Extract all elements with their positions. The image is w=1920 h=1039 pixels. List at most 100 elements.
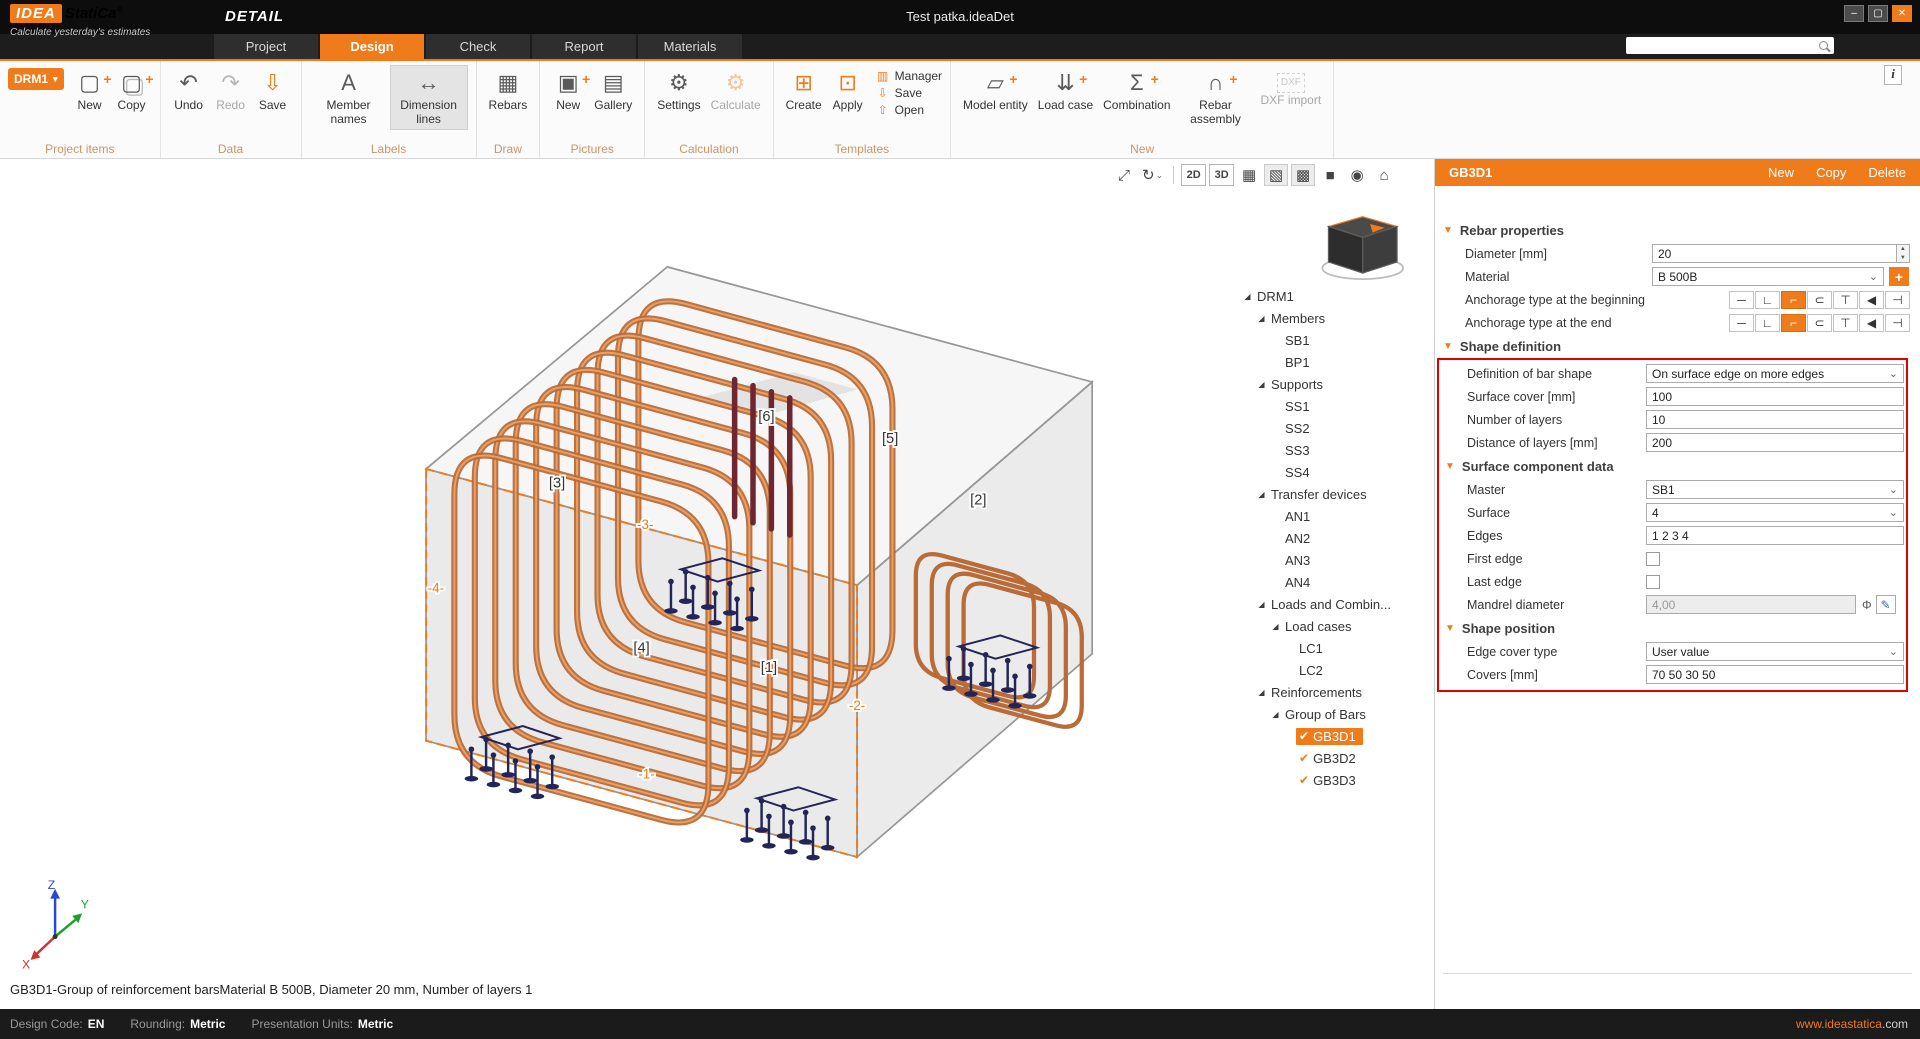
zoom-fit-icon[interactable]: ⤢ — [1112, 164, 1136, 186]
settings-button[interactable]: ⚙Settings — [653, 65, 704, 116]
panel-copy-button[interactable]: Copy — [1816, 165, 1846, 180]
number-of-layers-input[interactable] — [1646, 410, 1904, 429]
save-button[interactable]: ⇩Save — [253, 65, 293, 116]
add-material-button[interactable]: + — [1889, 267, 1909, 286]
last-edge-checkbox[interactable] — [1646, 575, 1660, 589]
tree-item-an2[interactable]: AN2 — [1237, 527, 1434, 549]
tab-design[interactable]: Design — [320, 34, 424, 59]
anchorage-icon-4[interactable]: ⊤ — [1833, 291, 1858, 309]
edges-input[interactable] — [1646, 526, 1904, 545]
tree-item-bp1[interactable]: BP1 — [1237, 351, 1434, 373]
expander-icon[interactable]: ◢ — [1269, 622, 1282, 631]
spinner-down-icon[interactable]: ▼ — [1897, 254, 1909, 263]
tree-item-an4[interactable]: AN4 — [1237, 571, 1434, 593]
gallery-button[interactable]: ▤Gallery — [590, 65, 636, 116]
section-header-shape-position[interactable]: ▼Shape position — [1445, 616, 1904, 640]
anchorage-icon-2[interactable]: ⌐ — [1781, 314, 1806, 332]
section-header-rebar-properties[interactable]: ▼Rebar properties — [1443, 218, 1910, 242]
anchorage-icon-1[interactable]: ∟ — [1755, 291, 1780, 309]
expander-icon[interactable]: ◢ — [1255, 688, 1268, 697]
tab-materials[interactable]: Materials — [638, 34, 742, 59]
section-view-icon[interactable]: ▧ — [1264, 164, 1288, 186]
manager-small-button[interactable]: ▥Manager — [876, 69, 942, 83]
tree-item-reinforcements[interactable]: ◢Reinforcements — [1237, 681, 1434, 703]
diameter-input[interactable] — [1652, 244, 1897, 263]
material-select[interactable]: B 500B⌄ — [1652, 267, 1884, 286]
anchorage-icon-0[interactable]: ─ — [1729, 314, 1754, 332]
3d-scene[interactable]: [1][2][3][4][5][6]-1--2--3--4- Z Y X — [0, 159, 1435, 1009]
tree-item-ss2[interactable]: SS2 — [1237, 417, 1434, 439]
master-select[interactable]: SB1⌄ — [1646, 480, 1904, 499]
new-button[interactable]: ▢+New — [70, 65, 110, 116]
tree-item-drm1[interactable]: ◢DRM1 — [1237, 285, 1434, 307]
solid-view-icon[interactable]: ■ — [1318, 164, 1342, 186]
info-button[interactable]: i — [1884, 65, 1902, 85]
open-small-button[interactable]: ⇧Open — [876, 103, 942, 117]
tree-item-ss3[interactable]: SS3 — [1237, 439, 1434, 461]
search-box[interactable] — [1626, 37, 1834, 54]
apply-button[interactable]: ⊡Apply — [828, 65, 868, 116]
navigation-cube[interactable] — [1322, 217, 1403, 279]
tab-check[interactable]: Check — [426, 34, 530, 59]
tree-item-gb3d1[interactable]: ✔GB3D1 — [1237, 725, 1434, 747]
first-edge-checkbox[interactable] — [1646, 552, 1660, 566]
distance-of-layers-input[interactable] — [1646, 433, 1904, 452]
copy-button[interactable]: ▢+Copy — [112, 65, 152, 116]
tab-report[interactable]: Report — [532, 34, 636, 59]
tree-item-members[interactable]: ◢Members — [1237, 307, 1434, 329]
visibility-icon[interactable]: ◉ — [1345, 164, 1369, 186]
rebar-assembly-button[interactable]: ∩+Rebar assembly — [1177, 65, 1255, 130]
tree-item-an3[interactable]: AN3 — [1237, 549, 1434, 571]
anchorage-icon-4[interactable]: ⊤ — [1833, 314, 1858, 332]
combination-button[interactable]: Σ+Combination — [1099, 65, 1174, 116]
tree-item-gb3d3[interactable]: ✔GB3D3 — [1237, 769, 1434, 791]
create-button[interactable]: ⊞Create — [782, 65, 826, 116]
tree-item-supports[interactable]: ◢Supports — [1237, 373, 1434, 395]
view-2d-icon[interactable]: 2D — [1181, 164, 1206, 186]
tree-item-ss4[interactable]: SS4 — [1237, 461, 1434, 483]
covers-input[interactable] — [1646, 665, 1904, 684]
save-small-button[interactable]: ⇩Save — [876, 86, 942, 100]
checkbox-checked-icon[interactable]: ✔ — [1299, 773, 1309, 787]
anchorage-icon-2[interactable]: ⌐ — [1781, 291, 1806, 309]
checkbox-checked-icon[interactable]: ✔ — [1299, 729, 1309, 743]
expander-icon[interactable]: ◢ — [1255, 490, 1268, 499]
anchorage-icon-3[interactable]: ⊂ — [1807, 291, 1832, 309]
anchorage-icon-0[interactable]: ─ — [1729, 291, 1754, 309]
rebars-button[interactable]: ▦Rebars — [485, 65, 532, 116]
tree-item-an1[interactable]: AN1 — [1237, 505, 1434, 527]
rotate-view-icon[interactable]: ↻⌄ — [1139, 164, 1166, 186]
mandrel-diameter-input[interactable] — [1646, 595, 1856, 614]
load-case-button[interactable]: ⇊+Load case — [1034, 65, 1097, 116]
tree-item-gb3d2[interactable]: ✔GB3D2 — [1237, 747, 1434, 769]
section-header-shape-definition[interactable]: ▼Shape definition — [1443, 334, 1910, 358]
edit-mandrel-button[interactable]: ✎ — [1876, 595, 1896, 614]
spinner-up-icon[interactable]: ▲ — [1897, 245, 1909, 254]
tree-item-transfer-devices[interactable]: ◢Transfer devices — [1237, 483, 1434, 505]
anchorage-icon-5[interactable]: ◀ — [1859, 314, 1884, 332]
anchorage-icon-6[interactable]: ⊣ — [1885, 291, 1910, 309]
expander-icon[interactable]: ◢ — [1269, 710, 1282, 719]
project-item-combo[interactable]: DRM1▾ — [8, 68, 64, 90]
new-button[interactable]: ▣+New — [548, 65, 588, 116]
panel-delete-button[interactable]: Delete — [1868, 165, 1906, 180]
undo-button[interactable]: ↶Undo — [169, 65, 209, 116]
anchorage-icon-3[interactable]: ⊂ — [1807, 314, 1832, 332]
expander-icon[interactable]: ◢ — [1255, 314, 1268, 323]
anchorage-icon-1[interactable]: ∟ — [1755, 314, 1780, 332]
dimension-lines-button[interactable]: ↔Dimension lines — [390, 65, 468, 130]
surface-select[interactable]: 4⌄ — [1646, 503, 1904, 522]
surface-cover-input[interactable] — [1646, 387, 1904, 406]
section-header-surface-component-data[interactable]: ▼Surface component data — [1445, 454, 1904, 478]
bar-shape-select[interactable]: On surface edge on more edges⌄ — [1646, 364, 1904, 383]
view-3d-icon[interactable]: 3D — [1209, 164, 1234, 186]
search-icon[interactable] — [1819, 41, 1828, 50]
spinner-buttons[interactable]: ▲▼ — [1897, 244, 1910, 263]
tree-item-lc1[interactable]: LC1 — [1237, 637, 1434, 659]
tree-item-group-of-bars[interactable]: ◢Group of Bars — [1237, 703, 1434, 725]
tree-item-load-cases[interactable]: ◢Load cases — [1237, 615, 1434, 637]
tree-item-ss1[interactable]: SS1 — [1237, 395, 1434, 417]
edge-cover-type-select[interactable]: User value⌄ — [1646, 642, 1904, 661]
maximize-button[interactable]: ▢ — [1868, 5, 1888, 22]
website-link[interactable]: www.ideastatica.com — [1796, 1017, 1908, 1031]
